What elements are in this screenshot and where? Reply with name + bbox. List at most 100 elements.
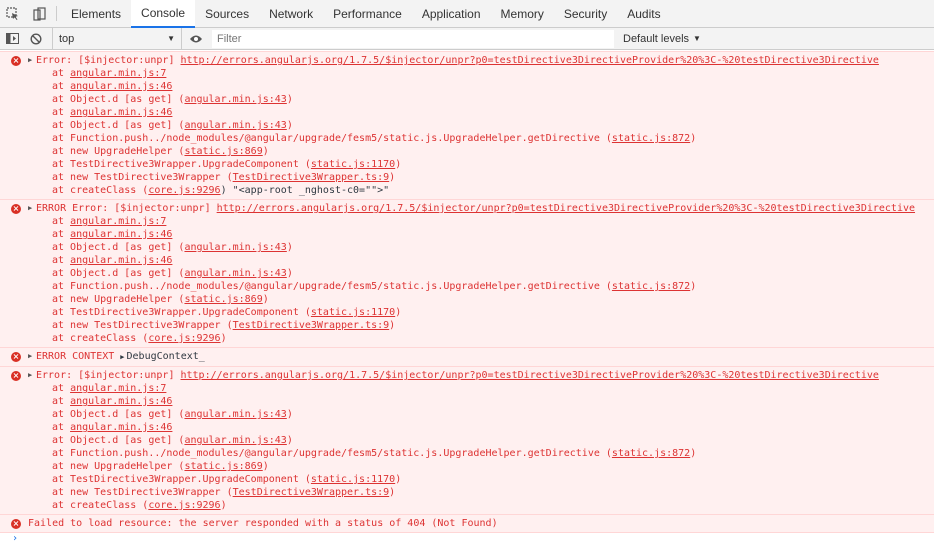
stack-frame: at Function.push../node_modules/@angular…	[36, 280, 934, 293]
stack-frame: at Object.d [as get] (angular.min.js:43)	[36, 267, 934, 280]
stack-frame-text: at	[52, 255, 71, 266]
source-link[interactable]: angular.min.js:43	[184, 435, 286, 446]
expand-triangle-icon[interactable]: ▶	[120, 353, 124, 361]
stack-frame-text: at Object.d [as get] (	[52, 242, 185, 253]
prompt-chevron-icon: ›	[12, 533, 19, 542]
stack-frame: at new UpgradeHelper (static.js:869)	[36, 145, 934, 158]
stack-frame-text: at new TestDirective3Wrapper (	[52, 487, 233, 498]
stack-frame: at new TestDirective3Wrapper (TestDirect…	[36, 171, 934, 184]
stack-frame: at angular.min.js:7	[36, 215, 934, 228]
stack-frame-text: at createClass (	[52, 185, 149, 196]
stack-frame-suffix: )	[262, 146, 269, 157]
error-message: × Failed to load resource: the server res…	[0, 514, 934, 532]
live-expression-button[interactable]	[184, 28, 208, 50]
console-messages: × ▶ Error: [$injector:unpr] http://errors.…	[0, 51, 934, 542]
error-url-link[interactable]: http://errors.angularjs.org/1.7.5/$injec…	[181, 55, 879, 66]
source-link[interactable]: TestDirective3Wrapper.ts:9	[233, 487, 390, 498]
source-link[interactable]: static.js:872	[612, 448, 690, 459]
tab-console[interactable]: Console	[131, 0, 196, 28]
tab-application[interactable]: Application	[412, 0, 491, 28]
error-icon: ×	[11, 56, 21, 66]
tab-audits[interactable]: Audits	[617, 0, 670, 28]
stack-frame-text: at	[52, 216, 71, 227]
stack-frame-text: at	[52, 81, 71, 92]
source-link[interactable]: static.js:1170	[311, 474, 395, 485]
show-sidebar-button[interactable]	[0, 28, 24, 50]
stack-frame-suffix: )	[286, 120, 293, 131]
stack-frame: at createClass (core.js:9296)	[36, 499, 934, 512]
source-link[interactable]: angular.min.js:7	[70, 68, 166, 79]
eye-icon	[190, 35, 202, 42]
stack-frame-suffix: )	[286, 435, 293, 446]
tab-network[interactable]: Network	[259, 0, 323, 28]
tab-sources[interactable]: Sources	[195, 0, 259, 28]
source-link[interactable]: core.js:9296	[148, 333, 220, 344]
source-link[interactable]: angular.min.js:7	[70, 383, 166, 394]
source-link[interactable]: static.js:872	[612, 133, 690, 144]
stack-frame-suffix: )	[220, 333, 227, 344]
console-prompt[interactable]: ›	[0, 532, 934, 542]
source-link[interactable]: angular.min.js:7	[70, 216, 166, 227]
stack-frame-suffix: )	[286, 242, 293, 253]
stack-frame-text: at new UpgradeHelper (	[52, 461, 185, 472]
error-icon: ×	[11, 204, 21, 214]
source-link[interactable]: angular.min.js:46	[70, 229, 172, 240]
error-icon: ×	[11, 519, 21, 529]
stack-frame-suffix: ) "<app-root _nghost-c0="">"	[220, 185, 390, 196]
stack-frame-text: at Object.d [as get] (	[52, 120, 185, 131]
source-link[interactable]: angular.min.js:46	[70, 396, 172, 407]
stack-frame-suffix: )	[286, 409, 293, 420]
tab-performance[interactable]: Performance	[323, 0, 412, 28]
source-link[interactable]: static.js:1170	[311, 159, 395, 170]
source-link[interactable]: angular.min.js:43	[184, 268, 286, 279]
tab-elements[interactable]: Elements	[61, 0, 131, 28]
error-message: × ▶ Error: [$injector:unpr] http://errors.…	[0, 51, 934, 199]
source-link[interactable]: angular.min.js:46	[70, 255, 172, 266]
source-link[interactable]: angular.min.js:43	[184, 120, 286, 131]
error-url-link[interactable]: http://errors.angularjs.org/1.7.5/$injec…	[181, 370, 879, 381]
stack-frame-text: at Function.push../node_modules/@angular…	[52, 133, 612, 144]
context-selector[interactable]: top ▼	[52, 27, 182, 50]
inspect-element-icon[interactable]	[0, 0, 26, 27]
expand-triangle-icon[interactable]: ▶	[28, 369, 32, 382]
stack-frame-suffix: )	[690, 133, 697, 144]
stack-frame: at angular.min.js:46	[36, 228, 934, 241]
tab-memory[interactable]: Memory	[491, 0, 554, 28]
source-link[interactable]: angular.min.js:43	[184, 94, 286, 105]
stack-frame-text: at	[52, 383, 71, 394]
device-toolbar-icon[interactable]	[26, 0, 52, 27]
stack-frame: at angular.min.js:46	[36, 254, 934, 267]
source-link[interactable]: static.js:869	[184, 146, 262, 157]
stack-frame-text: at	[52, 229, 71, 240]
source-link[interactable]: TestDirective3Wrapper.ts:9	[233, 320, 390, 331]
source-link[interactable]: static.js:872	[612, 281, 690, 292]
filter-input[interactable]	[217, 32, 613, 45]
source-link[interactable]: angular.min.js:46	[70, 81, 172, 92]
stack-frame-suffix: )	[389, 320, 396, 331]
error-icon: ×	[11, 371, 21, 381]
source-link[interactable]: core.js:9296	[148, 500, 220, 511]
source-link[interactable]: angular.min.js:43	[184, 242, 286, 253]
stack-frame: at angular.min.js:46	[36, 80, 934, 93]
source-link[interactable]: static.js:869	[184, 294, 262, 305]
log-levels-label: Default levels	[623, 32, 690, 45]
source-link[interactable]: angular.min.js:46	[70, 422, 172, 433]
source-link[interactable]: core.js:9296	[148, 185, 220, 196]
clear-console-button[interactable]	[24, 28, 48, 50]
source-link[interactable]: angular.min.js:46	[70, 107, 172, 118]
context-value[interactable]: DebugContext_	[127, 351, 205, 362]
source-link[interactable]: TestDirective3Wrapper.ts:9	[233, 172, 390, 183]
tab-security[interactable]: Security	[554, 0, 617, 28]
devtools-tabbar: Elements Console Sources Network Performance…	[0, 0, 934, 28]
source-link[interactable]: static.js:869	[184, 461, 262, 472]
expand-triangle-icon[interactable]: ▶	[28, 54, 32, 67]
stack-frame: at Function.push../node_modules/@angular…	[36, 132, 934, 145]
expand-triangle-icon[interactable]: ▶	[28, 202, 32, 215]
chevron-down-icon: ▼	[693, 34, 701, 43]
filter-field[interactable]	[212, 29, 614, 48]
source-link[interactable]: static.js:1170	[311, 307, 395, 318]
expand-triangle-icon[interactable]: ▶	[28, 350, 32, 363]
log-levels-dropdown[interactable]: Default levels ▼	[617, 28, 707, 50]
source-link[interactable]: angular.min.js:43	[184, 409, 286, 420]
error-url-link[interactable]: http://errors.angularjs.org/1.7.5/$injec…	[217, 203, 915, 214]
